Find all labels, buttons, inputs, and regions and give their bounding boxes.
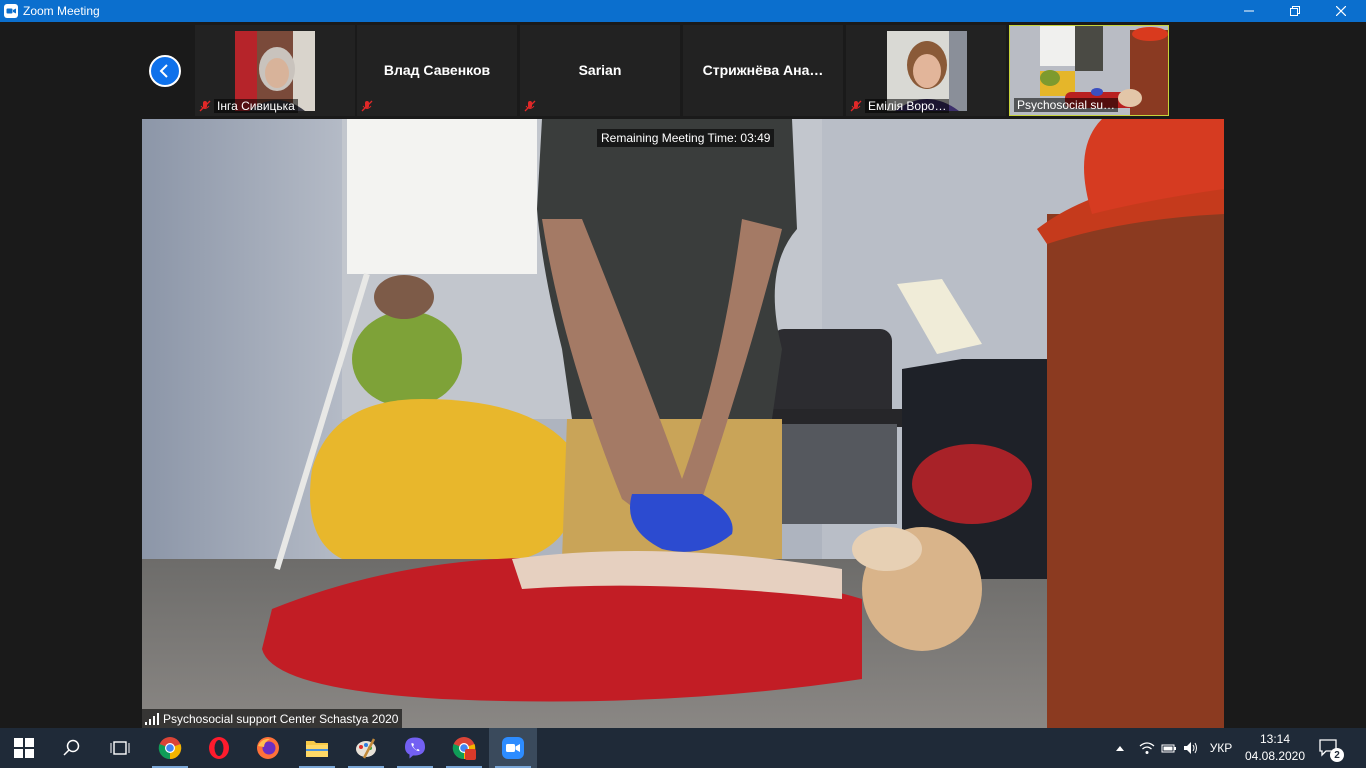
close-button[interactable] bbox=[1318, 0, 1364, 22]
restore-button[interactable] bbox=[1272, 0, 1318, 22]
zoom-app-icon bbox=[4, 4, 18, 18]
participant-tile[interactable]: Влад Савенков bbox=[357, 25, 517, 116]
clock-time: 13:14 bbox=[1259, 732, 1291, 746]
participant-name: Sarian bbox=[578, 62, 622, 78]
paint-palette-icon bbox=[356, 738, 376, 759]
taskbar-app-zoom[interactable] bbox=[489, 728, 537, 768]
microphone-muted-icon bbox=[850, 100, 862, 112]
close-icon bbox=[1336, 6, 1346, 16]
notification-count-badge: 2 bbox=[1330, 748, 1344, 762]
taskbar-app-viber[interactable] bbox=[391, 728, 439, 768]
participant-name: Інга Сивицька bbox=[214, 99, 298, 113]
task-view-icon bbox=[110, 741, 130, 755]
wifi-icon bbox=[1139, 742, 1155, 754]
network-status[interactable] bbox=[1136, 728, 1158, 768]
taskbar-app-firefox[interactable] bbox=[244, 728, 292, 768]
taskbar-app-opera[interactable] bbox=[195, 728, 243, 768]
clock-date: 04.08.2020 bbox=[1244, 749, 1306, 763]
participant-name: Стрижнёва Ана… bbox=[702, 62, 824, 78]
microphone-muted-icon bbox=[199, 100, 211, 112]
participant-name: Psychosocial su… bbox=[1014, 98, 1119, 112]
participant-name: Влад Савенков bbox=[383, 62, 491, 78]
battery-status[interactable] bbox=[1158, 728, 1180, 768]
participant-name: Емілія Воро… bbox=[865, 99, 950, 113]
participant-tile[interactable]: Емілія Воро… bbox=[846, 25, 1006, 116]
start-button[interactable] bbox=[0, 728, 48, 768]
windows-taskbar: УКР 13:14 04.08.2020 2 bbox=[0, 728, 1366, 768]
taskbar-app-chrome-profile[interactable] bbox=[440, 728, 488, 768]
speaker-icon bbox=[1184, 742, 1197, 754]
notifications-button[interactable]: 2 bbox=[1314, 728, 1344, 768]
speaker-name: Psychosocial support Center Schastya 202… bbox=[163, 711, 399, 726]
active-speaker-video bbox=[142, 119, 1224, 728]
restore-icon bbox=[1290, 6, 1300, 16]
input-language[interactable]: УКР bbox=[1204, 728, 1238, 768]
participant-tile[interactable]: Sarian bbox=[520, 25, 680, 116]
signal-strength-icon bbox=[145, 712, 159, 725]
chrome-icon bbox=[158, 737, 182, 760]
show-hidden-icons-button[interactable] bbox=[1110, 728, 1130, 768]
volume-control[interactable] bbox=[1180, 728, 1202, 768]
minimize-icon bbox=[1244, 10, 1254, 12]
taskbar-app-paint[interactable] bbox=[342, 728, 390, 768]
firefox-icon bbox=[257, 737, 279, 759]
taskbar-app-chrome[interactable] bbox=[146, 728, 194, 768]
microphone-muted-icon bbox=[524, 100, 536, 112]
window-titlebar: Zoom Meeting bbox=[0, 0, 1366, 22]
system-clock[interactable]: 13:14 04.08.2020 bbox=[1240, 731, 1310, 765]
search-icon bbox=[63, 739, 80, 756]
folder-icon bbox=[306, 741, 328, 757]
participant-tile[interactable]: Стрижнёва Ана… bbox=[683, 25, 843, 116]
battery-icon bbox=[1161, 744, 1176, 753]
microphone-muted-icon bbox=[361, 100, 373, 112]
active-speaker-tile[interactable]: Psychosocial su… bbox=[1009, 25, 1169, 116]
zoom-icon bbox=[502, 737, 524, 759]
viber-icon bbox=[405, 737, 425, 759]
taskbar-app-file-explorer[interactable] bbox=[293, 728, 341, 768]
participant-tile[interactable]: Інга Сивицька bbox=[195, 25, 355, 116]
search-button[interactable] bbox=[48, 728, 96, 768]
remaining-meeting-time: Remaining Meeting Time: 03:49 bbox=[597, 129, 775, 147]
chevron-up-icon bbox=[1116, 746, 1124, 751]
minimize-button[interactable] bbox=[1226, 0, 1272, 22]
chevron-left-icon bbox=[159, 64, 168, 78]
active-speaker-label: Psychosocial support Center Schastya 202… bbox=[142, 709, 403, 728]
windows-logo-icon bbox=[14, 738, 34, 758]
task-view-button[interactable] bbox=[96, 728, 144, 768]
previous-page-button[interactable] bbox=[149, 55, 181, 87]
chrome-icon bbox=[452, 737, 476, 760]
opera-icon bbox=[209, 737, 229, 759]
window-title: Zoom Meeting bbox=[23, 4, 100, 18]
